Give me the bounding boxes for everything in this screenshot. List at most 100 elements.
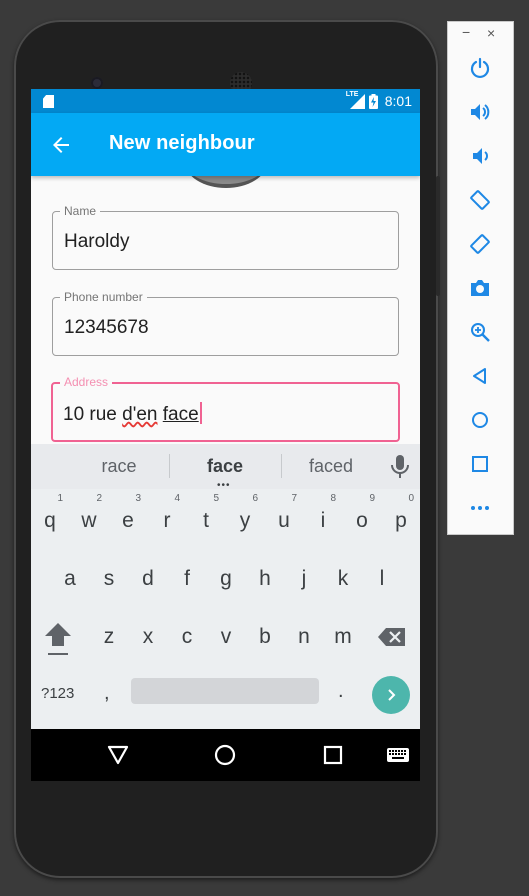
key-j[interactable]: j — [287, 554, 321, 604]
key-letter: u — [278, 509, 290, 532]
comma-key[interactable]: , — [104, 682, 110, 705]
key-h[interactable]: h — [248, 554, 282, 604]
zoom-icon — [471, 323, 490, 342]
period-key[interactable]: . — [338, 680, 344, 703]
key-g[interactable]: g — [209, 554, 243, 604]
page-title: New neighbour — [109, 132, 255, 154]
key-letter: q — [44, 509, 56, 532]
square-overview-icon — [323, 745, 343, 765]
key-i[interactable]: i8 — [306, 493, 340, 546]
key-y[interactable]: y6 — [228, 493, 262, 546]
key-n[interactable]: n — [287, 612, 321, 662]
key-hint: 4 — [174, 493, 180, 504]
volume-down-button[interactable] — [468, 144, 492, 168]
keyboard-switch-button[interactable] — [386, 747, 410, 763]
mic-icon[interactable] — [389, 454, 411, 480]
space-key[interactable] — [131, 678, 319, 704]
suggestion-center[interactable]: face — [201, 456, 249, 477]
back-icon — [473, 368, 486, 384]
key-hint: 6 — [252, 493, 258, 504]
key-z[interactable]: z — [92, 612, 126, 662]
key-f[interactable]: f — [170, 554, 204, 604]
volume-up-icon — [471, 104, 490, 120]
address-field[interactable]: Address 10 rue d'en face — [51, 375, 400, 442]
more-button[interactable] — [468, 496, 492, 520]
keyboard-icon — [387, 748, 409, 762]
key-w[interactable]: w2 — [72, 493, 106, 546]
suggestion-right[interactable]: faced — [306, 456, 356, 477]
more-icon — [471, 506, 489, 510]
address-text-plain: 10 rue — [63, 404, 123, 425]
key-u[interactable]: u7 — [267, 493, 301, 546]
nav-back-button[interactable] — [106, 743, 130, 767]
key-c[interactable]: c — [170, 612, 204, 662]
key-letter: y — [239, 509, 251, 532]
key-r[interactable]: r4 — [150, 493, 184, 546]
name-value: Haroldy — [64, 231, 130, 252]
emulator-toolbar: − × — [447, 21, 514, 535]
key-o[interactable]: o9 — [345, 493, 379, 546]
key-l[interactable]: l — [365, 554, 399, 604]
key-hint: 3 — [135, 493, 141, 504]
emulator-overview-button[interactable] — [468, 452, 492, 476]
rotate-left-icon — [470, 190, 490, 210]
symbols-key[interactable]: ?123 — [41, 685, 74, 702]
minimize-button[interactable]: − — [462, 24, 470, 40]
lte-signal-icon: LTE — [345, 91, 365, 109]
nav-overview-button[interactable] — [321, 743, 345, 767]
key-q[interactable]: q1 — [33, 493, 67, 546]
key-t[interactable]: t5 — [189, 493, 223, 546]
phone-label: Phone number — [60, 290, 147, 304]
battery-charging-icon — [368, 93, 378, 109]
key-m[interactable]: m — [326, 612, 360, 662]
device-screen: LTE 8:01 New neighbour Name Haroldy Phon… — [31, 89, 420, 781]
overview-icon — [472, 456, 488, 472]
key-d[interactable]: d — [131, 554, 165, 604]
key-hint: 0 — [408, 493, 414, 504]
close-button[interactable]: × — [487, 25, 495, 41]
soft-keyboard: race face ••• faced q1 w2 e3 r4 t5 y6 u7… — [31, 444, 420, 729]
arrow-back-icon — [53, 137, 69, 153]
key-s[interactable]: s — [92, 554, 126, 604]
zoom-button[interactable] — [468, 320, 492, 344]
key-e[interactable]: e3 — [111, 493, 145, 546]
address-misspelled-word: d'en — [122, 404, 158, 425]
address-composing-word: face — [162, 404, 199, 425]
suggestion-left[interactable]: race — [99, 456, 139, 477]
key-a[interactable]: a — [53, 554, 87, 604]
nav-home-button[interactable] — [213, 743, 237, 767]
key-b[interactable]: b — [248, 612, 282, 662]
chevron-right-icon — [388, 689, 396, 701]
rotate-left-button[interactable] — [468, 188, 492, 212]
more-suggestions-dots[interactable]: ••• — [217, 481, 231, 491]
key-p[interactable]: p0 — [384, 493, 418, 546]
shift-key[interactable] — [43, 621, 73, 657]
volume-up-button[interactable] — [468, 100, 492, 124]
backspace-key[interactable] — [377, 626, 407, 648]
phone-field[interactable]: Phone number 12345678 — [52, 290, 399, 356]
circle-home-icon — [214, 744, 236, 766]
screenshot-button[interactable] — [468, 276, 492, 300]
network-type: LTE — [345, 91, 359, 98]
name-label: Name — [60, 204, 101, 218]
phone-value: 12345678 — [64, 317, 149, 338]
key-hint: 2 — [96, 493, 102, 504]
key-hint: 1 — [57, 493, 63, 504]
toolbar-window-controls: − × — [448, 22, 513, 46]
key-x[interactable]: x — [131, 612, 165, 662]
emulator-home-button[interactable] — [468, 408, 492, 432]
key-v[interactable]: v — [209, 612, 243, 662]
back-button[interactable] — [45, 129, 77, 161]
key-hint: 8 — [330, 493, 336, 504]
rotate-right-button[interactable] — [468, 232, 492, 256]
name-field[interactable]: Name Haroldy — [52, 204, 399, 270]
key-k[interactable]: k — [326, 554, 360, 604]
shift-icon — [45, 623, 71, 655]
suggestion-divider — [169, 454, 170, 478]
key-hint: 7 — [291, 493, 297, 504]
address-value: 10 rue d'en face — [63, 402, 202, 426]
power-button[interactable] — [468, 56, 492, 80]
emulator-back-button[interactable] — [468, 364, 492, 388]
key-letter: o — [356, 509, 368, 532]
next-key[interactable] — [372, 676, 410, 714]
